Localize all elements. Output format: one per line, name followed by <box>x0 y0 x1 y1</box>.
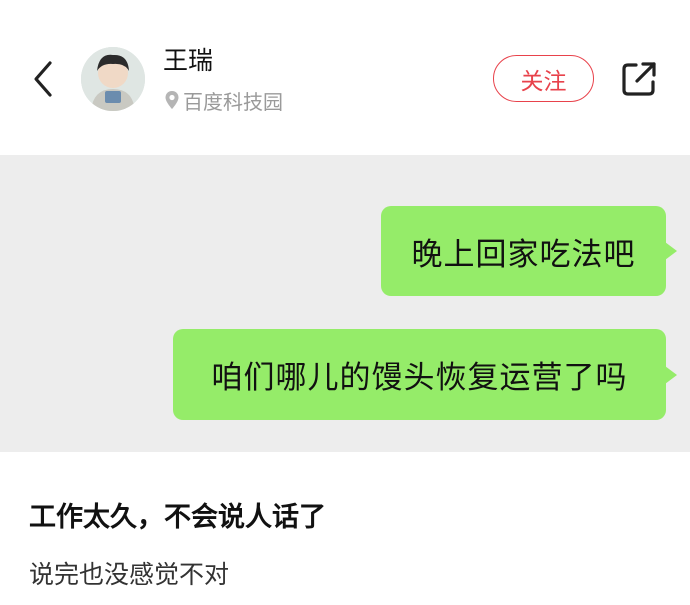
chat-bubble: 咱们哪儿的馒头恢复运营了吗 <box>173 329 677 420</box>
follow-button[interactable]: 关注 <box>493 55 594 102</box>
avatar[interactable] <box>81 47 145 111</box>
location-text: 百度科技园 <box>183 89 283 114</box>
avatar-image <box>81 47 145 111</box>
chevron-left-icon <box>34 61 52 97</box>
chat-message-text: 晚上回家吃法吧 <box>411 236 636 273</box>
location-pin-icon <box>165 91 179 109</box>
user-name[interactable]: 王瑞 <box>163 45 213 77</box>
post-subtitle: 说完也没感觉不对 <box>29 560 230 589</box>
back-button[interactable] <box>28 56 58 102</box>
top-bar: 王瑞 百度科技园 关注 <box>0 0 690 155</box>
location: 百度科技园 <box>164 86 283 114</box>
post-title: 工作太久，不会说人话了 <box>29 502 326 533</box>
chat-message-text: 咱们哪儿的馒头恢复运营了吗 <box>211 360 628 396</box>
share-button[interactable] <box>620 60 658 98</box>
share-external-icon <box>622 62 656 96</box>
chat-bubble: 晚上回家吃法吧 <box>381 206 677 296</box>
chat-screenshot: 晚上回家吃法吧 咱们哪儿的馒头恢复运营了吗 <box>0 155 690 452</box>
